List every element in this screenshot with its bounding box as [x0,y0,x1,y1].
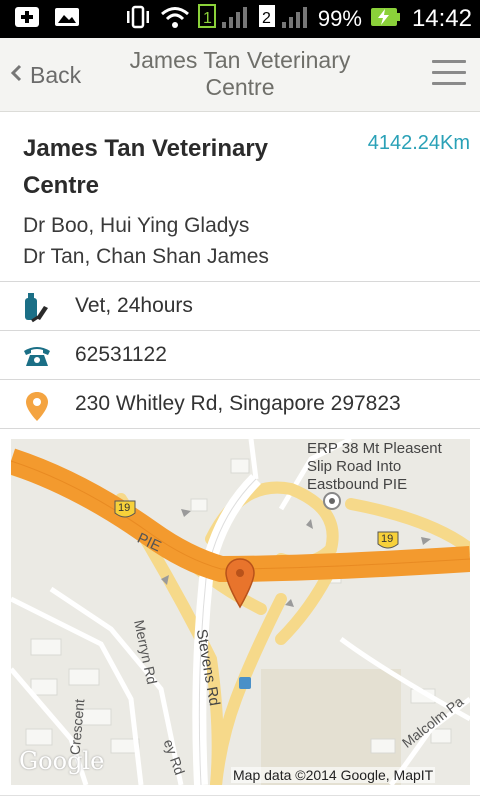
category-text: Vet, 24hours [75,294,193,317]
divider [0,795,480,796]
hamburger-icon-bar [432,71,466,74]
google-logo: Google [19,747,105,775]
doctor-name: Dr Tan, Chan Shan James [23,245,269,268]
sim1-signal-icon: 1 [197,3,250,35]
clock: 14:42 [411,5,472,32]
map-view[interactable]: ERP 38 Mt Pleasent Slip Road Into Eastbo… [11,439,470,785]
phone-row[interactable]: 62531122 [0,331,480,380]
back-label: Back [30,61,82,88]
map-poi-label: ERP 38 Mt Pleasent Slip Road Into Eastbo… [307,440,442,493]
clinic-header: James Tan Veterinary Centre 4142.24Km Dr… [0,112,480,282]
map-attribution: Map data ©2014 Google, MapIT [231,767,436,783]
category-row: Vet, 24hours [0,282,480,331]
status-bar: 1 2 99% 14:42 [0,0,480,38]
clinic-name: James Tan Veterinary Centre [23,135,269,199]
svg-text:2: 2 [262,10,271,27]
battery-percent: 99% [317,6,362,31]
vibrate-icon [124,5,152,34]
hamburger-icon-bar [432,60,466,63]
address-text[interactable]: 230 Whitley Rd, Singapore 297823 [75,392,401,416]
back-button[interactable]: Back [10,38,81,112]
route-shield-label: 19 [381,533,394,545]
doctor-list: Dr Boo, Hui Ying Gladys Dr Tan, Chan Sha… [23,210,269,272]
image-notification-icon [54,6,80,33]
vet-bottle-icon [22,292,52,323]
location-pin-icon [22,390,52,421]
battery-charging-icon [370,6,400,33]
hamburger-icon-bar [432,82,466,85]
doctor-name: Dr Boo, Hui Ying Gladys [23,214,250,237]
address-row[interactable]: 230 Whitley Rd, Singapore 297823 [0,380,480,429]
phone-number[interactable]: 62531122 [75,343,167,367]
add-notification-icon [14,6,40,33]
wifi-icon [160,5,190,34]
chevron-left-icon [10,62,22,88]
svg-text:1: 1 [203,10,212,27]
app-bar: Back James Tan Veterinary Centre [0,38,480,112]
phone-icon [22,341,52,371]
route-shield-label: 19 [118,502,131,514]
menu-button[interactable] [432,60,466,90]
sim2-signal-icon: 2 [258,4,310,35]
page-title: James Tan Veterinary Centre [129,47,351,100]
distance-label: 4142.24Km [367,132,470,154]
